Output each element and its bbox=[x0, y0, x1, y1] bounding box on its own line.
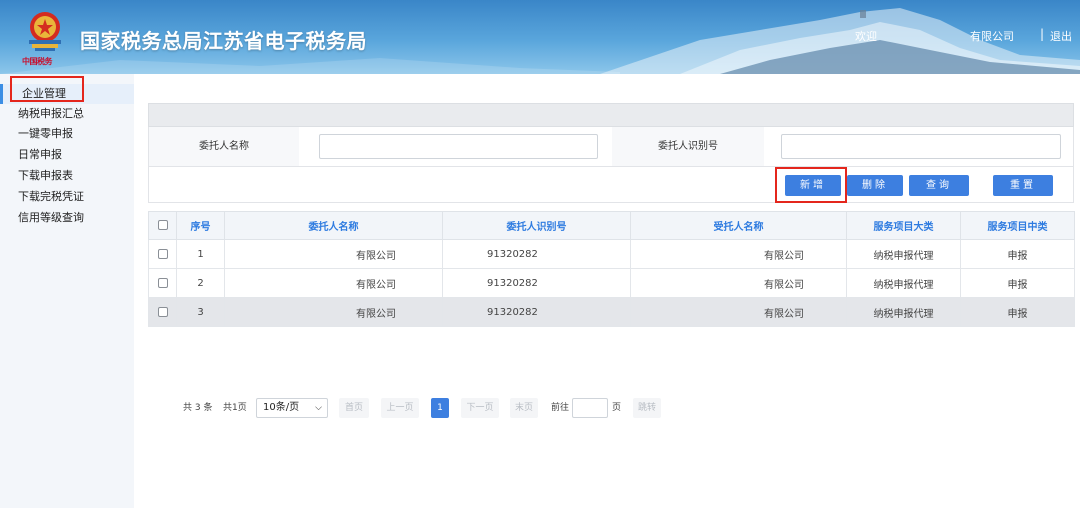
checkbox-icon[interactable] bbox=[157, 277, 168, 288]
cell-agent-name: 有限公司 bbox=[630, 239, 847, 269]
logout-link[interactable]: 退出 bbox=[1050, 28, 1072, 44]
last-page-button[interactable]: 末页 bbox=[510, 398, 538, 418]
cell-client-id: 91320282 bbox=[442, 268, 631, 298]
cell-no: 2 bbox=[176, 268, 225, 298]
column-header-agent-name: 受托人名称 bbox=[630, 211, 847, 240]
cell-service-category: 纳税申报代理 bbox=[846, 268, 961, 298]
select-all-checkbox[interactable] bbox=[148, 211, 177, 240]
cell-client-name: 有限公司 bbox=[224, 297, 443, 327]
cell-service-category: 纳税申报代理 bbox=[846, 297, 961, 327]
total-pages: 共1页 bbox=[223, 403, 247, 413]
column-header-service-subcategory: 服务项目中类 bbox=[960, 211, 1075, 240]
sidebar-item-download-tax-certificate[interactable]: 下载完税凭证 bbox=[0, 187, 134, 207]
sidebar-item-daily-filing[interactable]: 日常申报 bbox=[0, 145, 134, 165]
row-checkbox[interactable] bbox=[148, 268, 177, 298]
row-checkbox[interactable] bbox=[148, 239, 177, 269]
table-row[interactable]: 1 有限公司 91320282 有限公司 纳税申报代理 申报 bbox=[148, 239, 1075, 269]
welcome-text: 欢迎 bbox=[855, 30, 877, 43]
page-size-value: 10条/页 bbox=[263, 402, 300, 413]
query-button[interactable]: 查询 bbox=[909, 175, 969, 196]
client-name-input[interactable] bbox=[319, 134, 598, 159]
column-header-service-category: 服务项目大类 bbox=[846, 211, 961, 240]
cell-service-category: 纳税申报代理 bbox=[846, 239, 961, 269]
sidebar-item-tax-filing-summary[interactable]: 纳税申报汇总 bbox=[0, 104, 134, 124]
next-page-button[interactable]: 下一页 bbox=[461, 398, 499, 418]
client-name-label: 委托人名称 bbox=[149, 127, 299, 166]
sidebar-item-download-filing-form[interactable]: 下载申报表 bbox=[0, 166, 134, 186]
first-page-button[interactable]: 首页 bbox=[339, 398, 369, 418]
national-tax-emblem-icon bbox=[29, 12, 61, 51]
cell-service-subcategory: 申报 bbox=[960, 297, 1075, 327]
site-title: 国家税务总局江苏省电子税务局 bbox=[80, 29, 367, 53]
cell-service-subcategory: 申报 bbox=[960, 268, 1075, 298]
cell-client-name: 有限公司 bbox=[224, 268, 443, 298]
brand-script-logo: 中国税务 bbox=[22, 56, 53, 66]
row-checkbox[interactable] bbox=[148, 297, 177, 327]
sidebar-item-credit-rating-query[interactable]: 信用等级查询 bbox=[0, 208, 134, 228]
goto-prefix: 前往 bbox=[551, 403, 570, 413]
highlight-box-add-button bbox=[775, 167, 847, 203]
chevron-down-icon: ⌵ bbox=[315, 403, 322, 413]
highlight-box-sidebar bbox=[10, 76, 84, 102]
cell-agent-name: 有限公司 bbox=[630, 268, 847, 298]
checkbox-icon[interactable] bbox=[157, 220, 168, 230]
header-separator: | bbox=[1040, 27, 1045, 41]
cell-client-id: 91320282 bbox=[442, 297, 631, 327]
goto-page-input[interactable] bbox=[572, 398, 608, 418]
cell-service-subcategory: 申报 bbox=[960, 239, 1075, 269]
checkbox-icon[interactable] bbox=[157, 306, 168, 317]
prev-page-button[interactable]: 上一页 bbox=[381, 398, 419, 418]
sidebar: 企业管理 纳税申报汇总 一键零申报 日常申报 下载申报表 下载完税凭证 信用等级… bbox=[0, 74, 134, 508]
table-row[interactable]: 3 有限公司 91320282 有限公司 纳税申报代理 申报 bbox=[148, 297, 1075, 327]
sidebar-item-one-click-zero-filing[interactable]: 一键零申报 bbox=[0, 124, 134, 144]
goto-suffix: 页 bbox=[612, 403, 622, 413]
cell-client-name: 有限公司 bbox=[224, 239, 443, 269]
total-items: 共 3 条 bbox=[183, 403, 213, 413]
checkbox-icon[interactable] bbox=[157, 248, 168, 259]
column-header-no: 序号 bbox=[176, 211, 225, 240]
column-header-client-id: 委托人识别号 bbox=[442, 211, 631, 240]
client-id-input[interactable] bbox=[781, 134, 1061, 159]
search-form-row: 委托人名称 委托人识别号 bbox=[148, 127, 1074, 167]
cell-client-id: 91320282 bbox=[442, 239, 631, 269]
cell-agent-name: 有限公司 bbox=[630, 297, 847, 327]
column-header-client-name: 委托人名称 bbox=[224, 211, 443, 240]
reset-button[interactable]: 重置 bbox=[993, 175, 1053, 196]
current-page-button[interactable]: 1 bbox=[431, 398, 449, 418]
table-row[interactable]: 2 有限公司 91320282 有限公司 纳税申报代理 申报 bbox=[148, 268, 1075, 298]
header-banner: 中国税务 国家税务总局江苏省电子税务局 欢迎 有限公司 | 退出 bbox=[0, 0, 1080, 74]
table-header-row: 序号 委托人名称 委托人识别号 受托人名称 服务项目大类 服务项目中类 bbox=[148, 211, 1075, 240]
client-id-label: 委托人识别号 bbox=[612, 127, 764, 166]
action-button-row: 新增 删除 查询 重置 bbox=[148, 167, 1074, 203]
cell-no: 3 bbox=[176, 297, 225, 327]
company-name: 有限公司 bbox=[970, 30, 1014, 43]
search-panel-header bbox=[148, 103, 1074, 127]
jump-button[interactable]: 跳转 bbox=[633, 398, 661, 418]
delete-button[interactable]: 删除 bbox=[847, 175, 903, 196]
cell-no: 1 bbox=[176, 239, 225, 269]
entrust-table: 序号 委托人名称 委托人识别号 受托人名称 服务项目大类 服务项目中类 1 有限… bbox=[148, 211, 1075, 327]
page-size-select[interactable]: 10条/页 ⌵ bbox=[256, 398, 328, 418]
